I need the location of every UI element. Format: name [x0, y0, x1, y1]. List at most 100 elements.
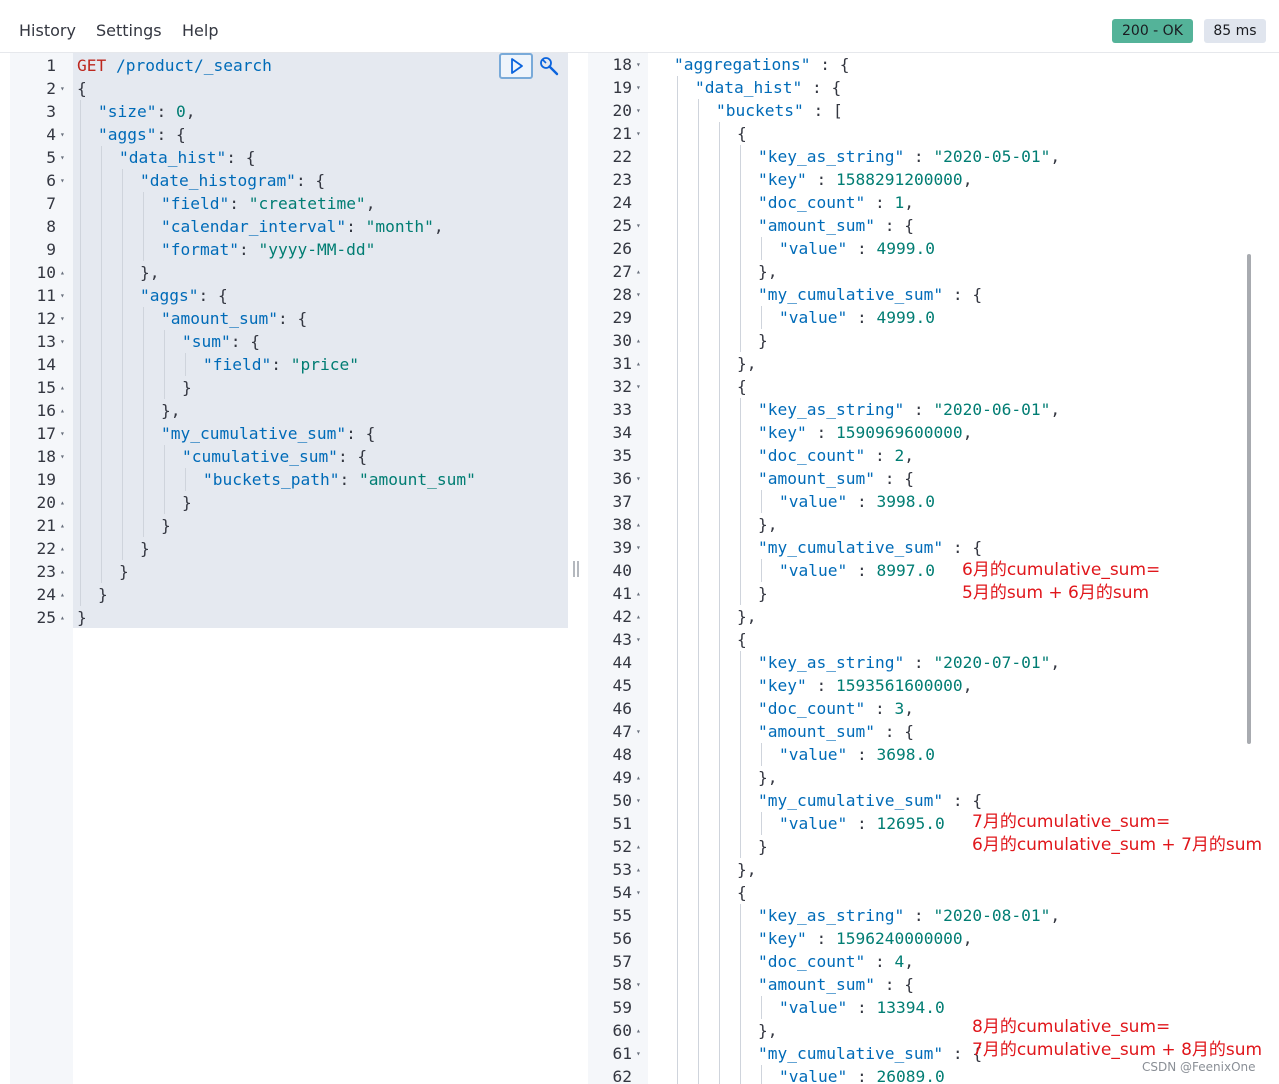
indent-guide: [101, 560, 102, 583]
indent-guide: [185, 353, 186, 376]
fold-close-icon[interactable]: ▴: [636, 858, 641, 881]
code-line: 24 "doc_count" : 1,: [588, 191, 1258, 214]
fold-close-icon[interactable]: ▴: [60, 514, 65, 537]
fold-open-icon[interactable]: ▾: [636, 1042, 641, 1065]
code-text: "date_histogram": {: [140, 171, 326, 190]
fold-open-icon[interactable]: ▾: [636, 99, 641, 122]
code-text: }: [182, 378, 192, 397]
fold-close-icon[interactable]: ▴: [636, 582, 641, 605]
fold-open-icon[interactable]: ▾: [636, 789, 641, 812]
fold-close-icon[interactable]: ▴: [60, 560, 65, 583]
indent-guide: [698, 720, 699, 743]
fold-close-icon[interactable]: ▴: [60, 606, 65, 629]
line-number: 32: [612, 377, 633, 396]
indent-guide: [740, 306, 741, 329]
indent-guide: [122, 445, 123, 468]
indent-guide: [740, 237, 741, 260]
code-text: "value" : 3698.0: [779, 745, 935, 764]
run-request-button[interactable]: [499, 53, 533, 79]
fold-close-icon[interactable]: ▴: [60, 399, 65, 422]
fold-open-icon[interactable]: ▾: [60, 169, 65, 192]
fold-open-icon[interactable]: ▾: [636, 76, 641, 99]
fold-close-icon[interactable]: ▴: [636, 1019, 641, 1042]
fold-close-icon[interactable]: ▴: [60, 537, 65, 560]
indent-guide: [677, 145, 678, 168]
indent-guide: [677, 1042, 678, 1065]
wrench-icon[interactable]: [538, 55, 560, 77]
indent-guide: [719, 145, 720, 168]
fold-open-icon[interactable]: ▾: [636, 720, 641, 743]
indent-guide: [101, 215, 102, 238]
indent-guide: [122, 537, 123, 560]
code-text: },: [737, 860, 757, 879]
line-number: 23: [612, 170, 633, 189]
fold-open-icon[interactable]: ▾: [636, 628, 641, 651]
indent-guide: [698, 237, 699, 260]
annotation-june: 6月的cumulative_sum= 5月的sum + 6月的sum: [962, 560, 1161, 603]
fold-close-icon[interactable]: ▴: [60, 583, 65, 606]
menu-history[interactable]: History: [19, 21, 76, 40]
indent-guide: [101, 514, 102, 537]
menu-settings[interactable]: Settings: [96, 21, 162, 40]
fold-open-icon[interactable]: ▾: [60, 123, 65, 146]
indent-guide: [740, 927, 741, 950]
indent-guide: [719, 1065, 720, 1084]
fold-open-icon[interactable]: ▾: [60, 77, 65, 100]
indent-guide: [143, 468, 144, 491]
fold-open-icon[interactable]: ▾: [636, 536, 641, 559]
code-text: "sum": {: [182, 332, 260, 351]
indent-guide: [719, 720, 720, 743]
code-line: 25 ▾ "amount_sum" : {: [588, 214, 1258, 237]
fold-open-icon[interactable]: ▾: [60, 284, 65, 307]
fold-close-icon[interactable]: ▴: [60, 376, 65, 399]
fold-close-icon[interactable]: ▴: [636, 260, 641, 283]
fold-close-icon[interactable]: ▴: [636, 835, 641, 858]
fold-close-icon[interactable]: ▴: [60, 491, 65, 514]
fold-open-icon[interactable]: ▾: [636, 53, 641, 76]
line-number: 20: [36, 493, 57, 512]
indent-guide: [80, 330, 81, 353]
indent-guide: [101, 238, 102, 261]
response-scrollbar[interactable]: [1247, 254, 1251, 744]
indent-guide: [80, 583, 81, 606]
panel-resize-handle[interactable]: [572, 560, 580, 578]
fold-open-icon[interactable]: ▾: [60, 146, 65, 169]
line-number: 26: [612, 239, 633, 258]
line-number: 11: [36, 286, 57, 305]
indent-guide: [698, 1042, 699, 1065]
indent-guide: [122, 192, 123, 215]
fold-open-icon[interactable]: ▾: [636, 881, 641, 904]
fold-open-icon[interactable]: ▾: [636, 214, 641, 237]
indent-guide: [80, 100, 81, 123]
indent-guide: [698, 375, 699, 398]
fold-open-icon[interactable]: ▾: [60, 422, 65, 445]
fold-close-icon[interactable]: ▴: [636, 605, 641, 628]
indent-guide: [677, 329, 678, 352]
line-number: 28: [612, 285, 633, 304]
line-number: 18: [612, 55, 633, 74]
fold-open-icon[interactable]: ▾: [636, 283, 641, 306]
fold-close-icon[interactable]: ▴: [636, 352, 641, 375]
line-number: 25: [36, 608, 57, 627]
code-text: {: [737, 883, 747, 902]
code-text: "key_as_string" : "2020-05-01",: [758, 147, 1061, 166]
fold-open-icon[interactable]: ▾: [636, 122, 641, 145]
request-editor[interactable]: 1 GET /product/_search 2 ▾{3 "size": 0, 4 ▾ "ag…: [10, 53, 568, 1084]
fold-close-icon[interactable]: ▴: [636, 329, 641, 352]
code-line: 2 ▾ {: [10, 77, 568, 100]
indent-guide: [677, 398, 678, 421]
indent-guide: [101, 169, 102, 192]
fold-open-icon[interactable]: ▾: [60, 307, 65, 330]
menu-help[interactable]: Help: [182, 21, 218, 40]
fold-close-icon[interactable]: ▴: [636, 513, 641, 536]
fold-open-icon[interactable]: ▾: [636, 375, 641, 398]
indent-guide: [740, 904, 741, 927]
fold-close-icon[interactable]: ▴: [636, 766, 641, 789]
fold-open-icon[interactable]: ▾: [636, 973, 641, 996]
code-line: 19 "buckets_path": "amount_sum": [10, 468, 568, 491]
fold-open-icon[interactable]: ▾: [60, 445, 65, 468]
indent-guide: [740, 559, 741, 582]
fold-close-icon[interactable]: ▴: [60, 261, 65, 284]
fold-open-icon[interactable]: ▾: [60, 330, 65, 353]
fold-open-icon[interactable]: ▾: [636, 467, 641, 490]
